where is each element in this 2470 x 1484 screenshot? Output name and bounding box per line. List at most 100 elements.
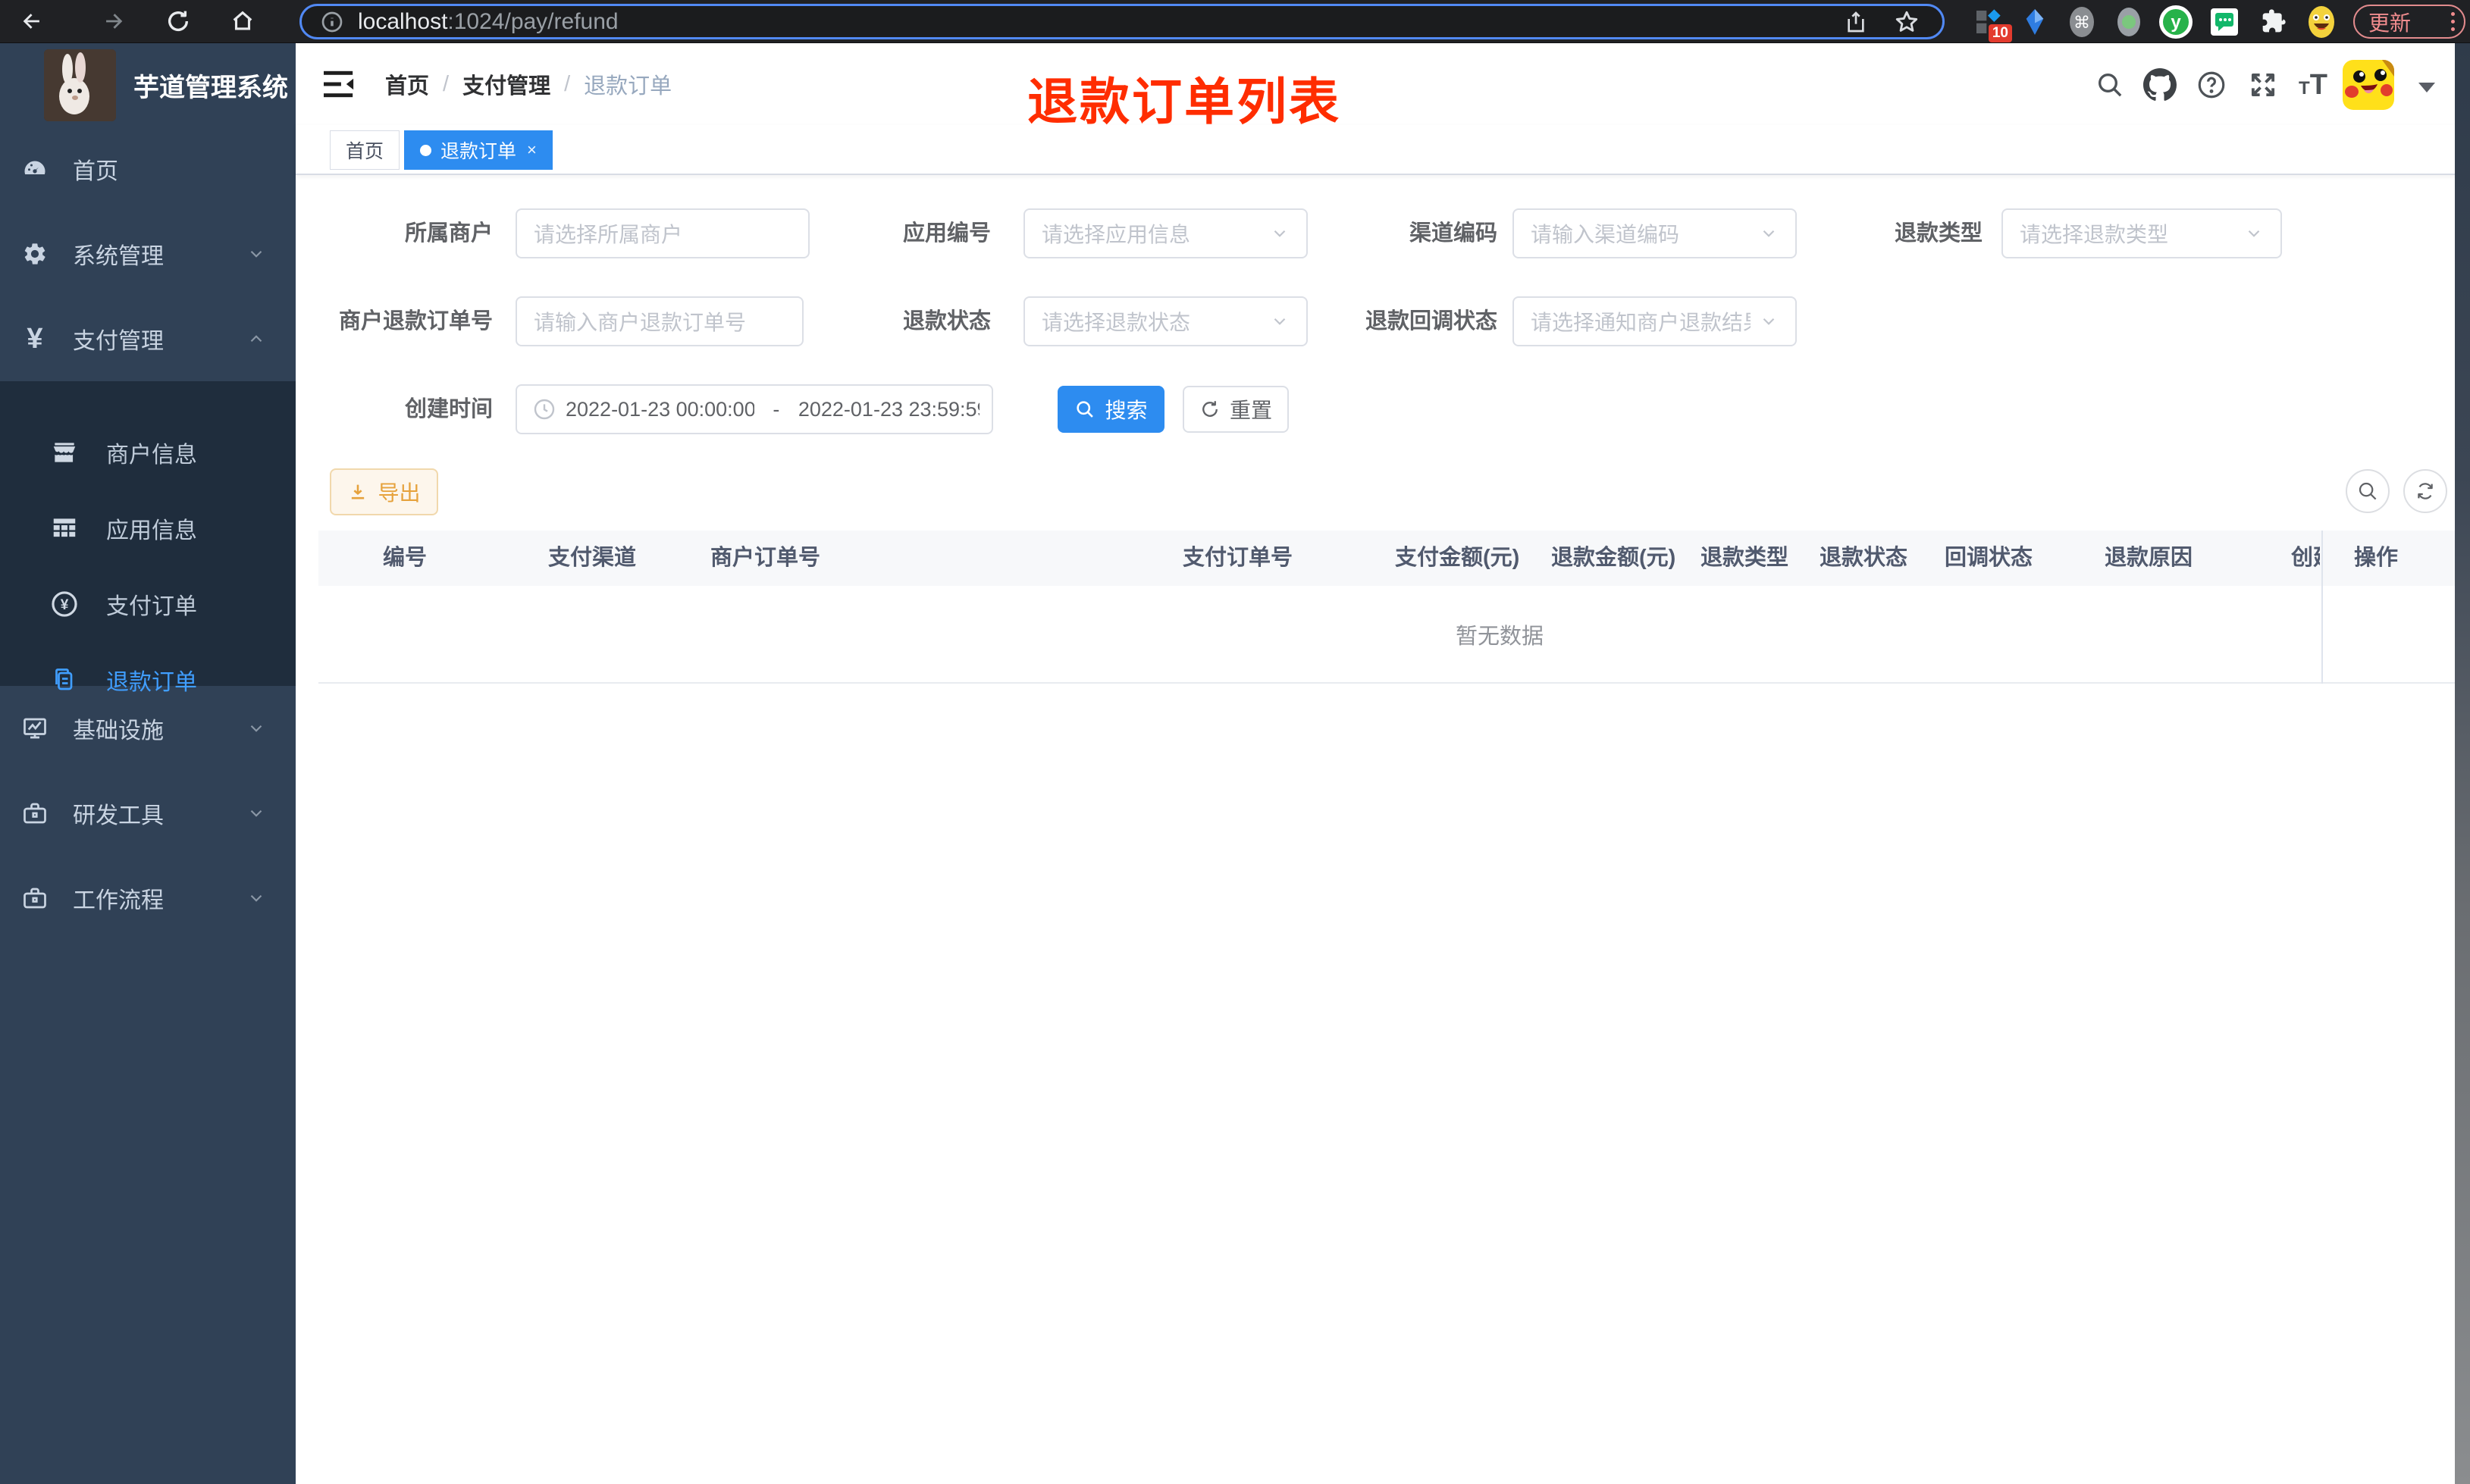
tag-close-icon[interactable]: × <box>527 140 537 160</box>
sidebar-fold-icon[interactable] <box>322 68 357 100</box>
share-icon[interactable] <box>1844 10 1868 34</box>
user-avatar[interactable] <box>2343 60 2394 110</box>
filter-label-callback-status: 退款回调状态 <box>1365 309 1497 333</box>
app-title: 芋道管理系统 <box>133 73 288 102</box>
sidebar: 芋道管理系统 首页 系统管理 ¥ 支付管理 商户信息 应用信息 ¥ 支付订单 退… <box>0 43 296 1484</box>
tag-refund-order[interactable]: 退款订单 × <box>404 130 553 170</box>
filter-label-merchant: 所属商户 <box>404 221 493 246</box>
sidebar-item-label: 支付订单 <box>106 594 197 619</box>
toolbox-icon <box>21 800 49 827</box>
dashboard-icon <box>21 155 49 183</box>
fullscreen-icon[interactable] <box>2238 60 2288 110</box>
browser-forward-icon[interactable] <box>99 6 129 36</box>
col-refund-reason: 退款原因 <box>2105 546 2193 570</box>
create-time-range-picker[interactable]: 2022-01-23 00:00:00 - 2022-01-23 23:59:5… <box>516 384 993 434</box>
reset-button[interactable]: 重置 <box>1183 386 1289 433</box>
bookmark-star-icon[interactable] <box>1894 9 1920 35</box>
breadcrumb-separator: / <box>564 71 571 96</box>
sidebar-item-label: 商户信息 <box>106 443 197 468</box>
chevron-down-icon <box>246 719 266 738</box>
briefcase-icon <box>21 884 49 912</box>
logo-avatar <box>44 49 116 121</box>
sidebar-item-label: 系统管理 <box>73 244 164 269</box>
export-button[interactable]: 导出 <box>330 468 438 515</box>
url-path: :1024/pay/refund <box>447 8 619 34</box>
breadcrumb-separator: / <box>443 71 450 96</box>
sidebar-logo[interactable]: 芋道管理系统 <box>0 43 296 127</box>
extension-kite-icon[interactable] <box>2015 5 2055 39</box>
tags-view-bar: 首页 退款订单 × <box>296 125 2470 175</box>
tag-home[interactable]: 首页 <box>330 130 400 170</box>
sidebar-item-system[interactable]: 系统管理 <box>0 211 296 296</box>
sidebar-item-infra[interactable]: 基础设施 <box>0 686 296 771</box>
filter-label-refund-type: 退款类型 <box>1894 221 1983 246</box>
refund-type-select[interactable]: 请选择退款类型 <box>2001 208 2282 258</box>
site-info-icon[interactable] <box>320 10 344 34</box>
app-select[interactable]: 请选择应用信息 <box>1023 208 1308 258</box>
filter-label-app: 应用编号 <box>902 221 991 246</box>
chevron-down-icon <box>2244 224 2264 243</box>
font-size-icon[interactable]: TT <box>2288 60 2338 110</box>
channel-select[interactable]: 请输入渠道编码 <box>1512 208 1797 258</box>
sidebar-item-home[interactable]: 首页 <box>0 127 296 211</box>
breadcrumb-current: 退款订单 <box>584 74 672 99</box>
url-bar[interactable]: localhost:1024/pay/refund <box>299 4 1945 39</box>
svg-text:y: y <box>2171 12 2181 33</box>
chevron-down-icon <box>1759 224 1779 243</box>
sidebar-submenu-pay: 商户信息 应用信息 ¥ 支付订单 退款订单 <box>0 381 296 695</box>
header-search-icon[interactable] <box>2085 60 2135 110</box>
extension-chat-icon[interactable] <box>2205 5 2244 39</box>
tag-label: 退款订单 <box>440 141 517 162</box>
browser-home-icon[interactable] <box>227 6 258 36</box>
search-button[interactable]: 搜索 <box>1058 386 1164 433</box>
browser-menu-icon[interactable] <box>2451 12 2455 31</box>
reset-button-label: 重置 <box>1229 399 1272 422</box>
store-icon <box>50 438 79 467</box>
browser-reload-icon[interactable] <box>163 6 193 36</box>
table-body: 暂无数据 <box>318 586 2455 684</box>
sidebar-item-app-info[interactable]: 应用信息 <box>0 490 296 566</box>
placeholder: 请输入渠道编码 <box>1531 223 1680 246</box>
chevron-down-icon <box>1270 224 1290 243</box>
refund-status-select[interactable]: 请选择退款状态 <box>1023 296 1308 346</box>
clock-icon <box>532 397 556 421</box>
breadcrumb-pay[interactable]: 支付管理 <box>462 68 550 100</box>
merchant-refund-no-input[interactable]: 请输入商户退款订单号 <box>516 296 804 346</box>
url-host: localhost <box>358 8 448 34</box>
sidebar-item-merchant-info[interactable]: 商户信息 <box>0 415 296 490</box>
sidebar-item-dev-tools[interactable]: 研发工具 <box>0 771 296 856</box>
sidebar-item-pay[interactable]: ¥ 支付管理 <box>0 296 296 381</box>
help-icon[interactable] <box>2186 60 2236 110</box>
fixed-column-divider <box>2321 531 2323 684</box>
extension-badge: 10 <box>1988 24 2012 42</box>
sidebar-item-pay-order[interactable]: ¥ 支付订单 <box>0 566 296 642</box>
extension-command-icon[interactable]: ⌘ <box>2062 5 2102 39</box>
breadcrumb-home[interactable]: 首页 <box>385 68 429 100</box>
extension-gray-circle-icon[interactable] <box>2109 5 2149 39</box>
browser-back-icon[interactable] <box>17 6 47 36</box>
callback-status-select[interactable]: 请选择通知商户退款结果的回调状态 <box>1512 296 1797 346</box>
placeholder: 请选择应用信息 <box>1042 223 1191 246</box>
col-create-time: 创建时间 <box>2291 546 2320 570</box>
col-pay-order-no: 支付订单号 <box>1183 546 1293 570</box>
annotation-title: 退款订单列表 <box>1027 74 1341 130</box>
table-grid-icon <box>50 514 79 543</box>
sidebar-item-label: 应用信息 <box>106 518 197 543</box>
github-icon[interactable] <box>2135 60 2185 110</box>
sidebar-item-workflow[interactable]: 工作流程 <box>0 856 296 941</box>
merchant-select[interactable]: 请选择所属商户 <box>516 208 810 258</box>
col-actions: 操作 <box>2354 546 2399 570</box>
refresh-table-button[interactable] <box>2403 469 2447 513</box>
extension-emoji-icon[interactable] <box>2302 5 2341 39</box>
extensions-puzzle-icon[interactable] <box>2253 5 2293 39</box>
toggle-search-button[interactable] <box>2346 469 2390 513</box>
avatar-caret-icon[interactable] <box>2418 83 2435 92</box>
window-scrollbar <box>2455 43 2470 1484</box>
main-content: 首页 / 支付管理 / 退款订单 TT 退款订单列表 首页 退款订单 × 所属商… <box>296 43 2470 1484</box>
monitor-chart-icon <box>21 715 49 742</box>
browser-update-button[interactable]: 更新 <box>2353 5 2465 39</box>
extension-tabs-icon[interactable]: 10 <box>1968 5 2012 42</box>
col-id: 编号 <box>383 546 428 570</box>
col-refund-type: 退款类型 <box>1700 546 1789 570</box>
extension-y-icon[interactable]: y <box>2156 5 2196 39</box>
